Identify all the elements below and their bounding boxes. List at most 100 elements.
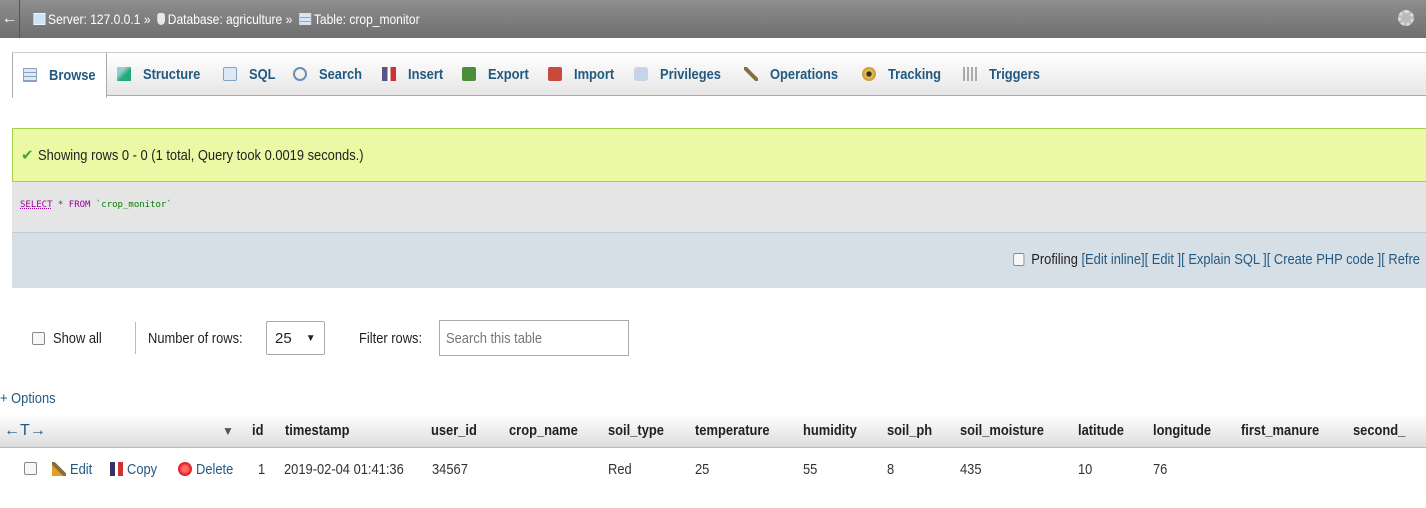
cell-id[interactable]: 1 xyxy=(258,450,266,490)
row-copy-link[interactable]: Copy xyxy=(110,450,162,490)
navigation-controls: Show all Number of rows: 25 ▼ Filter row… xyxy=(32,318,629,358)
row-select-checkbox[interactable] xyxy=(24,450,45,490)
insert-icon xyxy=(381,67,396,81)
cell-humidity[interactable]: 55 xyxy=(803,450,820,490)
edit-inline-link[interactable]: [Edit inline] xyxy=(1082,251,1145,268)
sql-icon xyxy=(222,67,237,81)
tab-tracking[interactable]: Tracking xyxy=(852,53,953,95)
sql-keyword-from: FROM xyxy=(68,200,91,210)
tab-triggers[interactable]: Triggers xyxy=(953,53,1051,95)
column-header-soil-moisture[interactable]: soil_moisture xyxy=(960,414,1058,448)
tab-label: SQL xyxy=(248,65,276,83)
create-php-code-link[interactable]: [ Create PHP code ] xyxy=(1267,251,1381,268)
column-header-second-manure[interactable]: second_ xyxy=(1353,414,1414,448)
column-header-longitude[interactable]: longitude xyxy=(1153,414,1221,448)
column-header-humidity[interactable]: humidity xyxy=(803,414,866,448)
column-header-crop-name[interactable]: crop_name xyxy=(509,414,589,448)
server-icon xyxy=(33,13,46,25)
refresh-link[interactable]: [ Refre xyxy=(1381,251,1420,268)
rows-per-page-select[interactable]: 25 ▼ xyxy=(266,321,325,355)
back-arrow-icon[interactable]: ← xyxy=(0,0,20,38)
pencil-icon xyxy=(52,462,66,476)
success-message: ✔ Showing rows 0 - 0 (1 total, Query too… xyxy=(12,128,1426,182)
edit-link[interactable]: [ Edit ] xyxy=(1145,251,1182,268)
copy-icon xyxy=(110,462,123,476)
cell-latitude[interactable]: 10 xyxy=(1078,450,1095,490)
breadcrumb: Server: 127.0.0.1 » Database: agricultur… xyxy=(30,11,420,27)
operations-icon xyxy=(743,67,758,81)
column-header-timestamp[interactable]: timestamp xyxy=(285,414,360,448)
cell-longitude[interactable]: 76 xyxy=(1153,450,1170,490)
breadcrumb-separator: » xyxy=(143,11,151,27)
show-all-checkbox[interactable] xyxy=(32,331,45,345)
sql-query-box[interactable]: SELECT * FROM `crop_monitor` xyxy=(12,182,1426,232)
tab-search[interactable]: Search xyxy=(283,53,372,95)
chevron-down-icon: ▼ xyxy=(305,332,316,344)
divider xyxy=(135,322,136,354)
tab-import[interactable]: Import xyxy=(538,53,624,95)
cell-soil-ph[interactable]: 8 xyxy=(887,450,895,490)
sql-table-name: `crop_monitor` xyxy=(90,200,172,210)
search-icon xyxy=(292,67,307,81)
row-edit-link[interactable]: Edit xyxy=(52,450,96,490)
filter-rows-placeholder: Search this table xyxy=(445,329,542,347)
delete-icon xyxy=(178,462,192,476)
sort-down-icon[interactable]: ▼ xyxy=(222,414,234,448)
sql-star: * xyxy=(52,200,69,210)
tab-list: Browse Structure SQL Search Insert Expor… xyxy=(12,52,1426,98)
breadcrumb-table[interactable]: Table: crop_monitor xyxy=(314,11,420,27)
sql-keyword-select[interactable]: SELECT xyxy=(20,200,53,210)
table-row: Edit Copy Delete 1 2019-02-04 01:41:36 3… xyxy=(0,450,1426,490)
cell-soil-type[interactable]: Red xyxy=(608,450,636,490)
row-delete-link[interactable]: Delete xyxy=(178,450,239,490)
export-icon xyxy=(461,67,476,81)
options-toggle[interactable]: + Options xyxy=(0,390,65,407)
cell-timestamp[interactable]: 2019-02-04 01:41:36 xyxy=(284,450,423,490)
cell-soil-moisture[interactable]: 435 xyxy=(960,450,985,490)
show-all-label: Show all xyxy=(53,329,102,347)
column-header-latitude[interactable]: latitude xyxy=(1078,414,1131,448)
tab-label: Search xyxy=(318,65,362,83)
column-header-soil-type[interactable]: soil_type xyxy=(608,414,673,448)
gear-icon[interactable] xyxy=(1398,10,1414,26)
tracking-icon xyxy=(861,67,876,81)
message-text: Showing rows 0 - 0 (1 total, Query took … xyxy=(37,146,364,164)
tab-label: Triggers xyxy=(988,65,1040,83)
rows-per-page-value: 25 xyxy=(275,329,292,347)
breadcrumb-separator: » xyxy=(285,11,293,27)
tab-label: Structure xyxy=(143,65,201,83)
filter-rows-input[interactable]: Search this table xyxy=(438,320,629,356)
rows-label: Number of rows: xyxy=(148,329,243,347)
profiling-label: Profiling xyxy=(1031,251,1078,268)
tab-insert[interactable]: Insert xyxy=(372,53,452,95)
tab-export[interactable]: Export xyxy=(452,53,539,95)
column-header-first-manure[interactable]: first_manure xyxy=(1241,414,1332,448)
breadcrumb-server[interactable]: Server: 127.0.0.1 xyxy=(48,11,140,27)
column-header-user-id[interactable]: user_id xyxy=(431,414,484,448)
import-icon xyxy=(548,67,563,81)
database-icon xyxy=(157,13,166,25)
column-header-soil-ph[interactable]: soil_ph xyxy=(887,414,940,448)
table-header-row: ←T→ ▼ id timestamp user_id crop_name soi… xyxy=(0,414,1426,448)
cell-temperature[interactable]: 25 xyxy=(695,450,712,490)
explain-sql-link[interactable]: [ Explain SQL ] xyxy=(1181,251,1267,268)
column-header-temperature[interactable]: temperature xyxy=(695,414,782,448)
breadcrumb-database[interactable]: Database: agriculture xyxy=(168,11,282,27)
tab-privileges[interactable]: Privileges xyxy=(624,53,734,95)
column-header-id[interactable]: id xyxy=(252,414,265,448)
tab-browse[interactable]: Browse xyxy=(12,53,108,98)
filter-rows-label: Filter rows: xyxy=(358,329,422,347)
tab-label: Export xyxy=(487,65,529,83)
browse-icon xyxy=(23,68,37,82)
tab-label: Operations xyxy=(769,65,838,83)
column-arrows-icon[interactable]: ←T→ xyxy=(4,414,46,448)
structure-icon xyxy=(117,67,132,81)
profiling-checkbox[interactable] xyxy=(1013,253,1025,266)
cell-user-id[interactable]: 34567 xyxy=(432,450,474,490)
triggers-icon xyxy=(962,67,977,81)
tab-structure[interactable]: Structure xyxy=(107,53,213,95)
tab-bar: Browse Structure SQL Search Insert Expor… xyxy=(0,38,1426,110)
tab-operations[interactable]: Operations xyxy=(734,53,852,95)
tab-sql[interactable]: SQL xyxy=(213,53,283,95)
query-links: Profiling [Edit inline] [ Edit ] [ Expla… xyxy=(1013,251,1420,268)
